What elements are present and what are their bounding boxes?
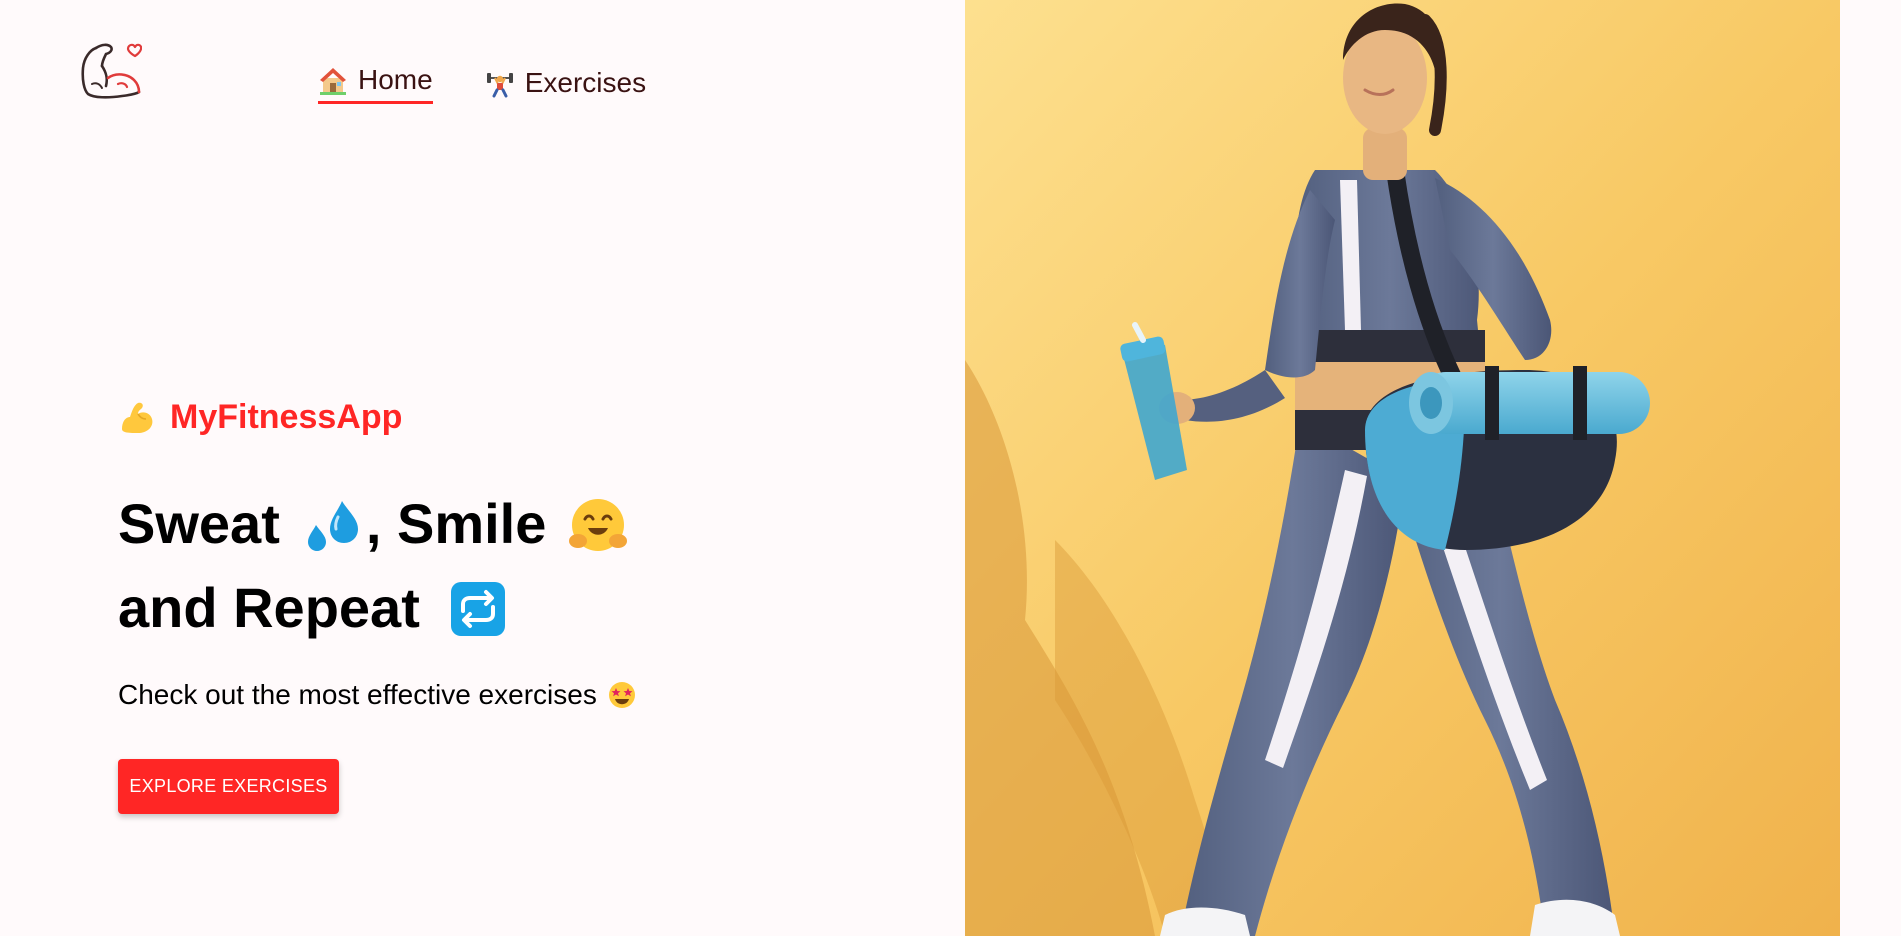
brand: MyFitnessApp (118, 398, 402, 437)
headline-repeat: and Repeat (118, 576, 420, 639)
main-nav: Home Exercises (318, 64, 646, 104)
sweat-droplets-icon (302, 494, 362, 554)
headline-line-2: and Repeat (118, 566, 628, 650)
hugging-face-icon (568, 494, 628, 554)
star-struck-icon (607, 680, 637, 710)
nav-link-home-label: Home (358, 64, 433, 95)
explore-exercises-button[interactable]: EXPLORE EXERCISES (118, 759, 339, 814)
brand-name: MyFitnessApp (170, 398, 403, 436)
repeat-button-icon (448, 578, 508, 638)
hero-banner-image (965, 0, 1840, 936)
hero-subtitle: Check out the most effective exercises (118, 679, 637, 711)
app-logo-icon[interactable] (78, 38, 143, 104)
headline-smile: , Smile (365, 492, 547, 555)
headline-line-1: Sweat , Smile (118, 482, 628, 566)
hero-subtitle-text: Check out the most effective exercises (118, 679, 597, 710)
nav-link-exercises[interactable]: Exercises (485, 67, 646, 104)
flexed-biceps-icon (118, 399, 156, 437)
nav-link-exercises-label: Exercises (524, 67, 647, 98)
weightlifter-emoji-icon (485, 68, 515, 98)
headline-sweat: Sweat (118, 492, 280, 555)
nav-link-home[interactable]: Home (318, 64, 433, 104)
hero-headline: Sweat , Smile and Repeat (118, 482, 628, 650)
page: Home Exercises MyFitnessApp Sweat , Smil… (0, 0, 1901, 936)
house-emoji-icon (318, 65, 348, 95)
